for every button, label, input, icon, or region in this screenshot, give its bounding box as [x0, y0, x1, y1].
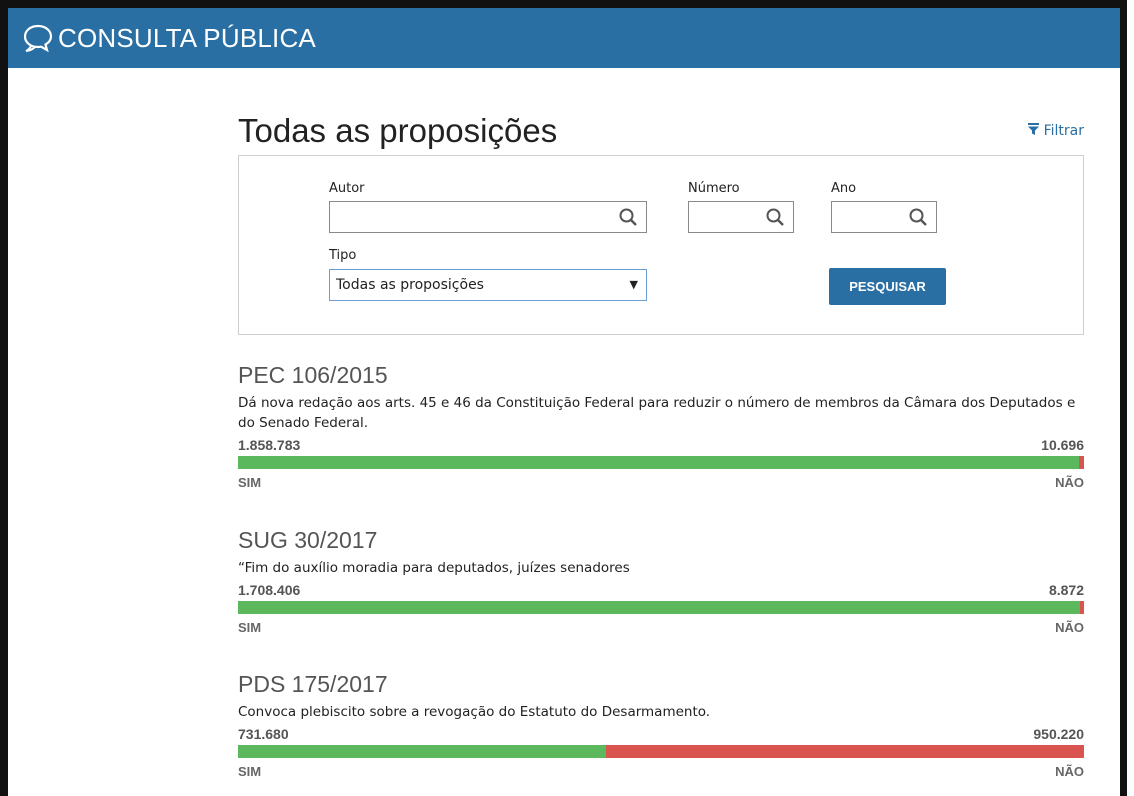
- numero-input[interactable]: [688, 201, 794, 233]
- funnel-icon: [1027, 123, 1039, 139]
- yes-label: SIM: [238, 764, 262, 779]
- proposition-title[interactable]: PEC 106/2015: [238, 362, 1084, 389]
- proposition-title[interactable]: SUG 30/2017: [238, 527, 1084, 554]
- caret-down-icon: ▼: [629, 278, 638, 291]
- vote-bar-yes: [238, 745, 606, 758]
- filter-label: Filtrar: [1043, 123, 1084, 139]
- yes-vote-count: 731.680: [238, 726, 289, 742]
- top-bar: CONSULTA PÚBLICA: [8, 8, 1120, 68]
- search-icon[interactable]: [765, 207, 785, 227]
- tipo-label: Tipo: [329, 248, 357, 263]
- no-label: NÃO: [1055, 764, 1084, 779]
- yes-vote-count: 1.858.783: [238, 437, 301, 453]
- vote-bar: [238, 456, 1084, 469]
- brand-title[interactable]: CONSULTA PÚBLICA: [58, 23, 316, 54]
- vote-bar-yes: [238, 601, 1080, 614]
- vote-bar-no: [606, 745, 1084, 758]
- numero-label: Número: [688, 181, 740, 196]
- app-frame: CONSULTA PÚBLICA Todas as proposições Fi…: [0, 0, 1127, 796]
- vote-bar: [238, 601, 1084, 614]
- search-button[interactable]: PESQUISAR: [829, 268, 946, 305]
- page-title: Todas as proposições: [238, 112, 558, 149]
- yes-vote-count: 1.708.406: [238, 582, 301, 598]
- proposition-title[interactable]: PDS 175/2017: [238, 671, 1084, 698]
- no-vote-count: 8.872: [1048, 582, 1084, 598]
- search-icon[interactable]: [618, 207, 638, 227]
- proposition-description: Dá nova redação aos arts. 45 e 46 da Con…: [238, 395, 1076, 431]
- autor-label: Autor: [329, 181, 365, 196]
- yes-label: SIM: [238, 620, 262, 635]
- tipo-selected-value: Todas as proposições: [336, 277, 484, 293]
- proposition-item[interactable]: SUG 30/2017 “Fim do auxílio moradia para…: [238, 527, 1084, 635]
- filter-link[interactable]: Filtrar: [1027, 123, 1084, 139]
- search-filter-panel: Autor Número Ano Tipo Todas as proposiçõ…: [238, 155, 1084, 335]
- vote-bar-no: [1079, 601, 1084, 614]
- proposition-description: Convoca plebiscito sobre a revogação do …: [238, 704, 711, 720]
- no-vote-count: 10.696: [1041, 437, 1084, 453]
- tipo-select[interactable]: Todas as proposições ▼: [329, 269, 647, 301]
- vote-bar-no: [1079, 456, 1084, 469]
- yes-label: SIM: [238, 475, 262, 490]
- vote-bar: [238, 745, 1084, 758]
- speech-bubble-icon: [22, 21, 56, 55]
- search-icon[interactable]: [908, 207, 928, 227]
- autor-input[interactable]: [329, 201, 647, 233]
- no-label: NÃO: [1055, 620, 1084, 635]
- proposition-item[interactable]: PEC 106/2015 Dá nova redação aos arts. 4…: [238, 362, 1084, 490]
- ano-input[interactable]: [831, 201, 937, 233]
- proposition-description: “Fim do auxílio moradia para deputados, …: [238, 560, 630, 576]
- no-label: NÃO: [1055, 475, 1084, 490]
- ano-label: Ano: [831, 181, 857, 196]
- no-vote-count: 950.220: [1033, 726, 1084, 742]
- proposition-item[interactable]: PDS 175/2017 Convoca plebiscito sobre a …: [238, 671, 1084, 779]
- vote-bar-yes: [238, 456, 1080, 469]
